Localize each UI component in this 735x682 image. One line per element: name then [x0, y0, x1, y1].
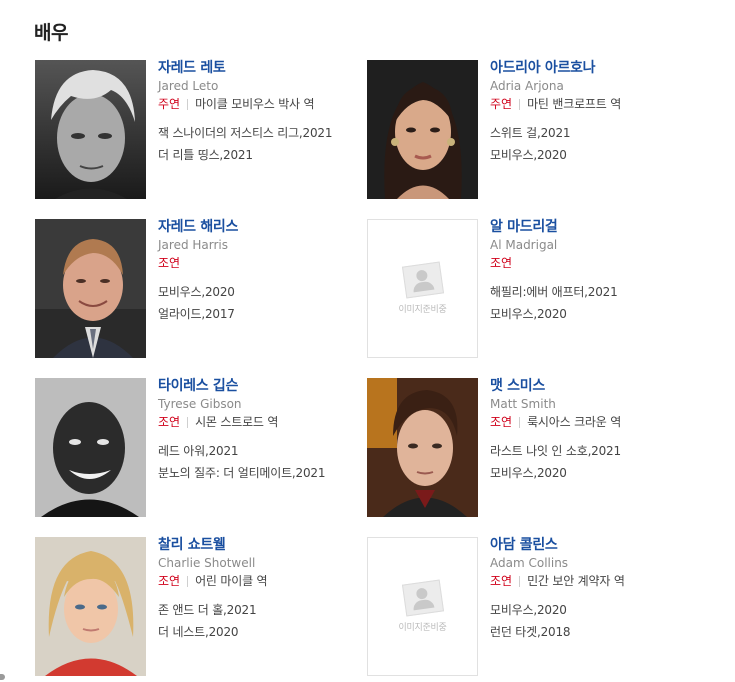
divider	[519, 576, 521, 587]
work-item[interactable]: 더 네스트,2020	[158, 625, 368, 640]
actor-info: 맷 스미스 Matt Smith 조연 룩시아스 크라운 역 라스트 나잇 인 …	[490, 378, 700, 488]
actor-card: 아드리아 아르호나 Adria Arjona 주연 마틴 밴크로프트 역 스위트…	[367, 60, 697, 200]
role-type: 주연	[158, 97, 181, 111]
role-line: 조연 어린 마이클 역	[158, 574, 368, 589]
role-type: 주연	[490, 97, 513, 111]
divider	[519, 417, 521, 428]
actor-card: 타이레스 깁슨 Tyrese Gibson 조연 시몬 스트로드 역 레드 아워…	[35, 378, 365, 518]
image-placeholder-icon	[401, 579, 444, 617]
actor-info: 알 마드리걸 Al Madrigal 조연 해필리:에버 애프터,2021 모비…	[490, 219, 700, 329]
actor-name[interactable]: 타이레스 깁슨	[158, 378, 368, 395]
role-name: 마틴 밴크로프트 역	[527, 97, 622, 111]
actor-name[interactable]: 맷 스미스	[490, 378, 700, 395]
work-item[interactable]: 라스트 나잇 인 소호,2021	[490, 444, 700, 459]
role-line: 조연 민간 보안 계약자 역	[490, 574, 700, 589]
role-line: 조연	[158, 256, 368, 271]
actor-name[interactable]: 아담 콜린스	[490, 537, 700, 554]
divider	[187, 99, 189, 110]
role-line: 주연 마틴 밴크로프트 역	[490, 97, 700, 112]
actor-english-name: Adam Collins	[490, 556, 569, 570]
divider	[187, 576, 189, 587]
work-item[interactable]: 스위트 걸,2021	[490, 126, 700, 141]
filmography: 레드 아워,2021 분노의 질주: 더 얼티메이트,2021	[158, 444, 368, 481]
role-name: 마이클 모비우스 박사 역	[195, 97, 315, 111]
work-item[interactable]: 얼라이드,2017	[158, 307, 368, 322]
filmography: 존 앤드 더 홀,2021 더 네스트,2020	[158, 603, 368, 640]
actor-english-name: Jared Leto	[158, 79, 219, 93]
work-item[interactable]: 존 앤드 더 홀,2021	[158, 603, 368, 618]
actor-info: 타이레스 깁슨 Tyrese Gibson 조연 시몬 스트로드 역 레드 아워…	[158, 378, 368, 488]
work-item[interactable]: 모비우스,2020	[490, 466, 700, 481]
section-title: 배우	[34, 22, 68, 44]
filmography: 라스트 나잇 인 소호,2021 모비우스,2020	[490, 444, 700, 481]
role-line: 주연 마이클 모비우스 박사 역	[158, 97, 368, 112]
divider	[519, 99, 521, 110]
actor-name[interactable]: 알 마드리걸	[490, 219, 700, 236]
work-item[interactable]: 모비우스,2020	[158, 285, 368, 300]
actor-card: 맷 스미스 Matt Smith 조연 룩시아스 크라운 역 라스트 나잇 인 …	[367, 378, 697, 518]
work-item[interactable]: 모비우스,2020	[490, 603, 700, 618]
filmography: 잭 스나이더의 저스티스 리그,2021 더 리틀 띵스,2021	[158, 126, 368, 163]
actor-english-name: Jared Harris	[158, 238, 228, 252]
actor-card: 자레드 레토 Jared Leto 주연 마이클 모비우스 박사 역 잭 스나이…	[35, 60, 365, 200]
actor-card: 찰리 쇼트웰 Charlie Shotwell 조연 어린 마이클 역 존 앤드…	[35, 537, 365, 677]
role-type: 조연	[490, 256, 513, 270]
actor-info: 자레드 해리스 Jared Harris 조연 모비우스,2020 얼라이드,2…	[158, 219, 368, 329]
actor-name[interactable]: 찰리 쇼트웰	[158, 537, 368, 554]
work-item[interactable]: 모비우스,2020	[490, 148, 700, 163]
role-name: 민간 보안 계약자 역	[527, 574, 625, 588]
actor-english-name: Tyrese Gibson	[158, 397, 242, 411]
role-type: 조연	[158, 256, 181, 270]
actor-photo[interactable]	[367, 60, 478, 199]
actor-info: 찰리 쇼트웰 Charlie Shotwell 조연 어린 마이클 역 존 앤드…	[158, 537, 368, 647]
scroll-edge-handle	[0, 674, 5, 680]
actor-name[interactable]: 아드리아 아르호나	[490, 60, 700, 77]
actor-photo[interactable]	[35, 219, 146, 358]
role-type: 조연	[490, 415, 513, 429]
filmography: 모비우스,2020 런던 타겟,2018	[490, 603, 700, 640]
actor-name[interactable]: 자레드 레토	[158, 60, 368, 77]
role-type: 조연	[490, 574, 513, 588]
placeholder-text: 이미지준비중	[398, 623, 447, 633]
actor-photo[interactable]	[35, 537, 146, 676]
photo-placeholder[interactable]: 이미지준비중	[367, 537, 478, 676]
role-line: 조연 시몬 스트로드 역	[158, 415, 368, 430]
role-line: 조연	[490, 256, 700, 271]
filmography: 해필리:에버 애프터,2021 모비우스,2020	[490, 285, 700, 322]
work-item[interactable]: 더 리틀 띵스,2021	[158, 148, 368, 163]
role-name: 시몬 스트로드 역	[195, 415, 279, 429]
role-type: 조연	[158, 415, 181, 429]
photo-placeholder[interactable]: 이미지준비중	[367, 219, 478, 358]
actor-info: 아드리아 아르호나 Adria Arjona 주연 마틴 밴크로프트 역 스위트…	[490, 60, 700, 170]
filmography: 모비우스,2020 얼라이드,2017	[158, 285, 368, 322]
placeholder-text: 이미지준비중	[398, 305, 447, 315]
actor-card: 자레드 해리스 Jared Harris 조연 모비우스,2020 얼라이드,2…	[35, 219, 365, 359]
role-type: 조연	[158, 574, 181, 588]
divider	[187, 417, 189, 428]
role-name: 룩시아스 크라운 역	[527, 415, 622, 429]
work-item[interactable]: 레드 아워,2021	[158, 444, 368, 459]
actor-english-name: Matt Smith	[490, 397, 556, 411]
actor-info: 자레드 레토 Jared Leto 주연 마이클 모비우스 박사 역 잭 스나이…	[158, 60, 368, 170]
image-placeholder-icon	[401, 261, 444, 299]
filmography: 스위트 걸,2021 모비우스,2020	[490, 126, 700, 163]
actor-english-name: Charlie Shotwell	[158, 556, 256, 570]
role-line: 조연 룩시아스 크라운 역	[490, 415, 700, 430]
actor-photo[interactable]	[35, 60, 146, 199]
work-item[interactable]: 모비우스,2020	[490, 307, 700, 322]
actor-name[interactable]: 자레드 해리스	[158, 219, 368, 236]
actor-card: 이미지준비중 알 마드리걸 Al Madrigal 조연 해필리:에버 애프터,…	[367, 219, 697, 359]
actor-card: 이미지준비중 아담 콜린스 Adam Collins 조연 민간 보안 계약자 …	[367, 537, 697, 677]
actor-english-name: Al Madrigal	[490, 238, 558, 252]
actor-photo[interactable]	[367, 378, 478, 517]
role-name: 어린 마이클 역	[195, 574, 268, 588]
work-item[interactable]: 분노의 질주: 더 얼티메이트,2021	[158, 466, 368, 481]
actor-english-name: Adria Arjona	[490, 79, 564, 93]
actor-info: 아담 콜린스 Adam Collins 조연 민간 보안 계약자 역 모비우스,…	[490, 537, 700, 647]
work-item[interactable]: 런던 타겟,2018	[490, 625, 700, 640]
actor-photo[interactable]	[35, 378, 146, 517]
work-item[interactable]: 잭 스나이더의 저스티스 리그,2021	[158, 126, 368, 141]
work-item[interactable]: 해필리:에버 애프터,2021	[490, 285, 700, 300]
